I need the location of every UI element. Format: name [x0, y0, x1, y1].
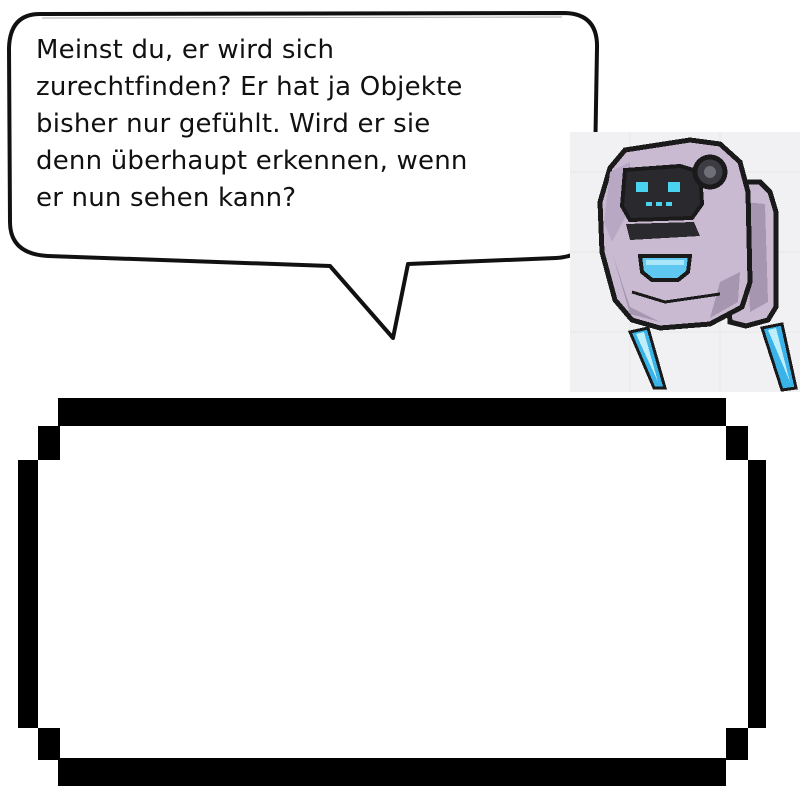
game-scene: Meinst du, er wird sich zurechtfinden? E…	[0, 0, 800, 800]
dialog-box-text	[60, 440, 720, 740]
